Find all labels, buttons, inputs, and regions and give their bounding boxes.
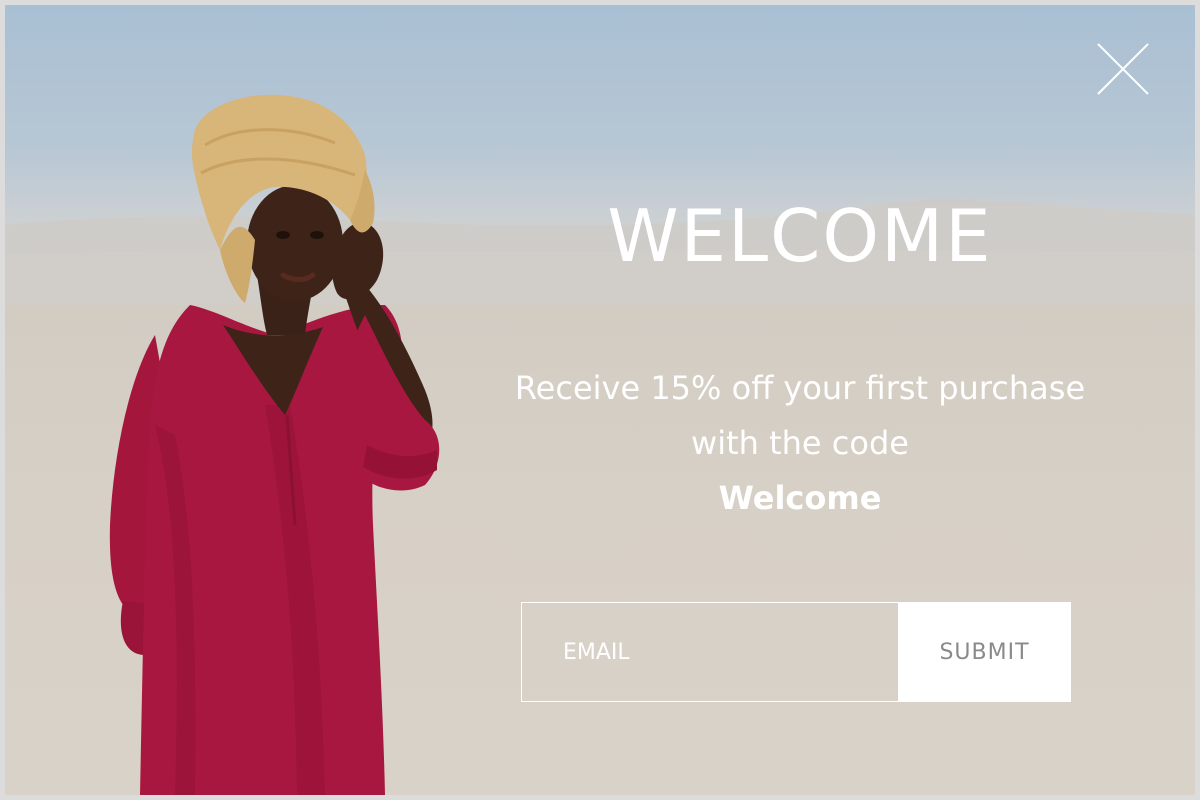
- promo-code: Welcome: [718, 479, 882, 517]
- submit-button[interactable]: SUBMIT: [898, 602, 1071, 702]
- signup-form: SUBMIT: [521, 602, 1071, 702]
- email-input[interactable]: [521, 602, 898, 702]
- close-icon[interactable]: [1095, 41, 1151, 97]
- model-photo: [109, 94, 440, 795]
- welcome-popup: WELCOME Receive 15% off your first purch…: [5, 5, 1195, 795]
- offer-text: Receive 15% off your first purchase with…: [505, 361, 1095, 526]
- offer-line: Receive 15% off your first purchase with…: [514, 369, 1086, 462]
- popup-title: WELCOME: [607, 194, 993, 278]
